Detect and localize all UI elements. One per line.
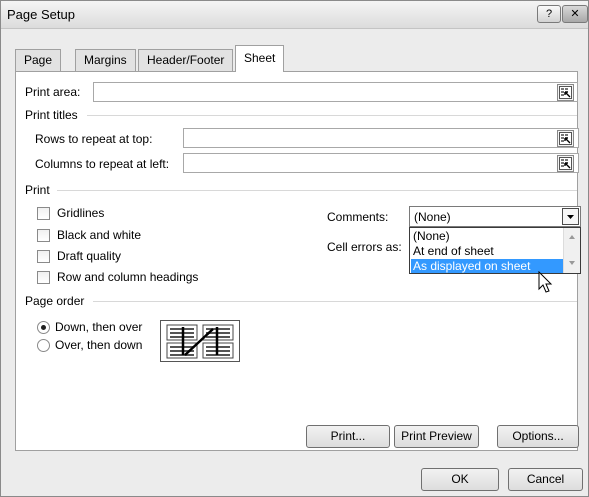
comments-dropdown-button[interactable] bbox=[562, 208, 579, 225]
row-column-headings-checkbox[interactable] bbox=[37, 271, 50, 284]
comments-select[interactable]: (None) bbox=[409, 206, 581, 227]
over-then-down-radio[interactable] bbox=[37, 339, 50, 352]
print-divider bbox=[57, 190, 577, 191]
help-icon: ? bbox=[545, 8, 553, 20]
tab-header-footer[interactable]: Header/Footer bbox=[138, 49, 234, 71]
cancel-button[interactable]: Cancel bbox=[508, 468, 583, 491]
tab-sheet[interactable]: Sheet bbox=[235, 45, 285, 72]
columns-repeat-label: Columns to repeat at left: bbox=[35, 157, 170, 171]
draft-quality-label: Draft quality bbox=[57, 249, 122, 263]
page-order-heading: Page order bbox=[25, 294, 85, 308]
over-then-down-label: Over, then down bbox=[55, 338, 143, 352]
tab-page[interactable]: Page bbox=[15, 49, 62, 71]
print-preview-button[interactable]: Print Preview bbox=[394, 425, 479, 448]
options-button[interactable]: Options... bbox=[497, 425, 579, 448]
cell-errors-label: Cell errors as: bbox=[327, 240, 402, 254]
comments-dropdown-list: (None) At end of sheet As displayed on s… bbox=[409, 227, 581, 274]
row-column-headings-label: Row and column headings bbox=[57, 270, 199, 284]
columns-repeat-input[interactable] bbox=[183, 153, 579, 173]
dropdown-scrollbar[interactable] bbox=[563, 228, 580, 273]
collapse-dialog-icon bbox=[559, 157, 572, 170]
comments-selected-value: (None) bbox=[414, 210, 451, 224]
scroll-arrows-icon bbox=[569, 235, 575, 265]
mouse-pointer-icon bbox=[538, 271, 553, 293]
print-heading: Print bbox=[25, 183, 50, 197]
draft-quality-checkbox[interactable] bbox=[37, 250, 50, 263]
chevron-down-icon bbox=[567, 215, 574, 219]
page-order-divider bbox=[93, 301, 577, 302]
collapse-dialog-icon bbox=[559, 86, 572, 99]
rows-repeat-ref-button[interactable] bbox=[557, 130, 574, 147]
down-then-over-radio[interactable] bbox=[37, 321, 50, 334]
tab-margins[interactable]: Margins bbox=[75, 49, 136, 71]
columns-repeat-ref-button[interactable] bbox=[557, 155, 574, 172]
print-area-ref-button[interactable] bbox=[557, 84, 574, 101]
print-titles-heading: Print titles bbox=[25, 108, 78, 122]
help-button[interactable]: ? bbox=[537, 5, 561, 23]
rows-repeat-label: Rows to repeat at top: bbox=[35, 132, 153, 146]
collapse-dialog-icon bbox=[559, 132, 572, 145]
page-order-diagram-icon bbox=[166, 324, 234, 359]
title-bar: Page Setup ? ✕ bbox=[1, 1, 588, 29]
rows-repeat-input[interactable] bbox=[183, 128, 579, 148]
black-and-white-label: Black and white bbox=[57, 228, 142, 242]
dropdown-option-none[interactable]: (None) bbox=[411, 229, 564, 243]
page-setup-dialog: Page Setup ? ✕ Page Margins Header/Foote… bbox=[0, 0, 589, 497]
black-and-white-checkbox[interactable] bbox=[37, 229, 50, 242]
comments-label: Comments: bbox=[327, 210, 389, 224]
print-area-input[interactable] bbox=[93, 82, 578, 102]
print-area-label: Print area: bbox=[25, 85, 81, 99]
down-then-over-label: Down, then over bbox=[55, 320, 143, 334]
print-titles-divider bbox=[87, 115, 577, 116]
page-order-preview bbox=[160, 320, 240, 362]
dropdown-option-at-end[interactable]: At end of sheet bbox=[411, 244, 564, 258]
close-button[interactable]: ✕ bbox=[562, 5, 588, 23]
close-icon: ✕ bbox=[570, 8, 580, 20]
window-title: Page Setup bbox=[7, 7, 75, 22]
print-button[interactable]: Print... bbox=[306, 425, 390, 448]
gridlines-checkbox[interactable] bbox=[37, 207, 50, 220]
gridlines-label: Gridlines bbox=[57, 206, 105, 220]
ok-button[interactable]: OK bbox=[421, 468, 499, 491]
